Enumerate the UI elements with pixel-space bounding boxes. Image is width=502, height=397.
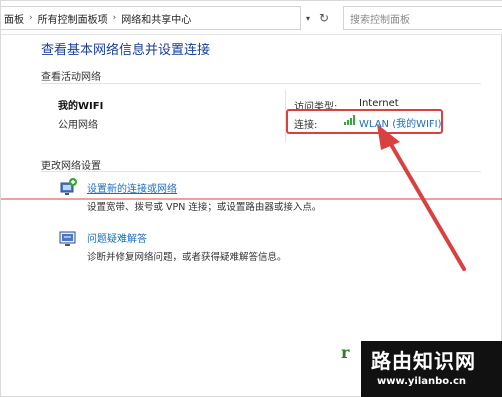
breadcrumb-item[interactable]: 所有控制面板项 <box>35 11 111 26</box>
watermark-url: www.yilanbo.cn <box>377 376 466 387</box>
connection-wlan-link[interactable]: WLAN (我的WIFI) <box>359 115 442 130</box>
network-sharing-center-window: 面板 › 所有控制面板项 › 网络和共享中心 ▾ ↻ 搜索控制面板 查看基本网络… <box>0 0 502 397</box>
section-divider <box>41 83 481 84</box>
setup-new-connection-description: 设置宽带、拨号或 VPN 连接；或设置路由器或接入点。 <box>87 202 322 213</box>
network-name: 我的WIFI <box>58 101 104 112</box>
annotation-arrow-shaft <box>387 139 466 271</box>
watermark-title: 路由知识网 <box>371 349 476 373</box>
active-networks-heading: 查看活动网络 <box>41 72 101 83</box>
troubleshoot-problems-link[interactable]: 问题疑难解答 <box>87 230 147 245</box>
address-bar: 面板 › 所有控制面板项 › 网络和共享中心 ▾ ↻ 搜索控制面板 <box>1 1 502 35</box>
search-input[interactable]: 搜索控制面板 <box>343 6 502 30</box>
setup-new-connection-link[interactable]: 设置新的连接或网络 <box>87 180 177 195</box>
change-settings-heading: 更改网络设置 <box>41 161 101 172</box>
breadcrumb-item[interactable]: 网络和共享中心 <box>118 11 194 26</box>
breadcrumb-item[interactable]: 面板 <box>1 11 27 26</box>
troubleshoot-problems-description: 诊断并修复网络问题，或者获得疑难解答信息。 <box>87 252 287 263</box>
breadcrumb-separator-icon: › <box>112 13 117 23</box>
network-profile: 公用网络 <box>58 120 98 131</box>
watermark-logo: 路由知识网 www.yilanbo.cn <box>361 341 502 397</box>
watermark-glyph: r <box>341 343 350 362</box>
refresh-icon[interactable]: ↻ <box>315 6 333 30</box>
section-divider <box>41 171 481 172</box>
breadcrumb-separator-icon: › <box>29 13 33 23</box>
troubleshoot-icon <box>59 231 76 246</box>
page-title: 查看基本网络信息并设置连接 <box>41 43 211 58</box>
breadcrumb[interactable]: 面板 › 所有控制面板项 › 网络和共享中心 <box>1 6 301 30</box>
wifi-signal-icon <box>344 115 355 125</box>
chevron-down-icon[interactable]: ▾ <box>302 6 314 30</box>
access-type-value: Internet <box>359 98 399 109</box>
connection-label: 连接: <box>294 120 318 131</box>
new-connection-icon <box>60 178 77 195</box>
